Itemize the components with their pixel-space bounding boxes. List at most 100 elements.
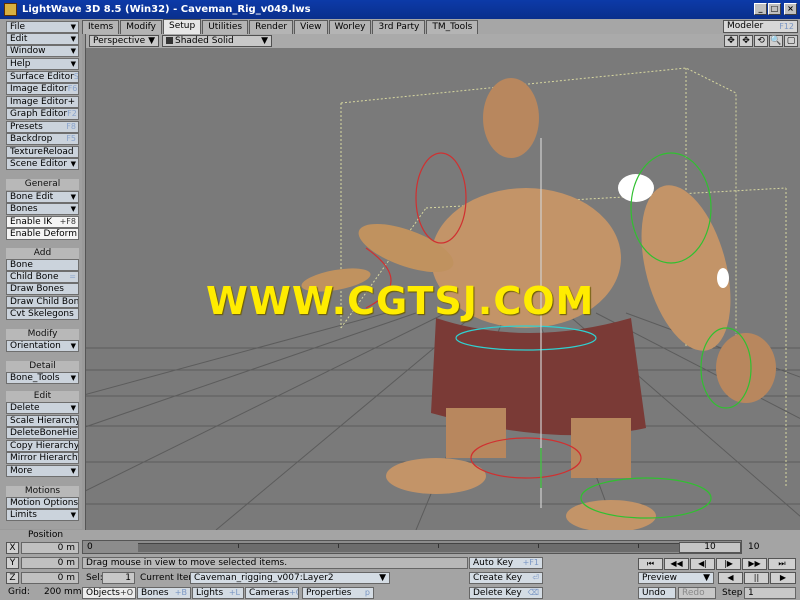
texture-reload-button[interactable]: TextureReload xyxy=(6,146,79,158)
timeline-current-frame[interactable]: 10 xyxy=(679,542,741,553)
cameras-button[interactable]: Cameras+C xyxy=(245,587,299,599)
chevron-down-icon: ▼ xyxy=(70,23,76,31)
grid-value: 200 mm xyxy=(44,587,82,597)
minimize-button[interactable]: _ xyxy=(754,3,767,15)
bone-tools-dropdown[interactable]: Bone_Tools ▼ xyxy=(6,372,79,384)
x-position-field[interactable]: 0 m xyxy=(21,542,79,554)
shortcut-label xyxy=(76,284,78,294)
enable-deform-toggle[interactable]: Enable Deform xyxy=(6,228,79,240)
orientation-dropdown[interactable]: Orientation ▼ xyxy=(6,340,79,352)
edit-menu[interactable]: Edit ▼ xyxy=(6,33,79,45)
auto-key-button[interactable]: Auto Key +F1 xyxy=(469,557,543,569)
bone-button[interactable]: Bone xyxy=(6,259,79,271)
window-menu-label: Window xyxy=(10,46,46,56)
y-position-field[interactable]: 0 m xyxy=(21,557,79,569)
prev-frame-button[interactable]: ◀| xyxy=(690,558,715,570)
undo-button[interactable]: Undo xyxy=(638,587,676,599)
window-menu[interactable]: Window ▼ xyxy=(6,45,79,57)
tab-3rd-party[interactable]: 3rd Party xyxy=(372,20,426,34)
next-frame-button[interactable]: |▶ xyxy=(716,558,741,570)
motion-options-button[interactable]: Motion Optionsm xyxy=(6,497,79,509)
go-to-end-button[interactable]: ⏭ xyxy=(768,558,796,570)
button-label: Undo xyxy=(642,588,666,598)
scale-hierarchy-button[interactable]: Scale Hierarchy xyxy=(6,415,79,427)
tab-render[interactable]: Render xyxy=(249,20,294,34)
maximize-button[interactable]: □ xyxy=(768,3,781,15)
child-bone-button[interactable]: Child Bone = xyxy=(6,271,79,283)
button-label: Delete xyxy=(10,403,40,413)
current-item-dropdown[interactable]: Caveman_rigging_v007:Layer2 ▼ xyxy=(190,572,390,584)
tab-tm-tools[interactable]: TM_Tools xyxy=(426,20,479,34)
x-axis-toggle[interactable]: X xyxy=(6,542,19,554)
fast-forward-button[interactable]: ▶▶ xyxy=(742,558,767,570)
play-forward-button[interactable]: ▶ xyxy=(770,572,796,584)
surface-editor-button[interactable]: Surface Editor S xyxy=(6,71,79,83)
rewind-button[interactable]: ◀◀ xyxy=(664,558,689,570)
properties-button[interactable]: Properties p xyxy=(302,587,374,599)
tab-setup[interactable]: Setup xyxy=(163,19,202,34)
bone-edit-dropdown[interactable]: Bone Edit ▼ xyxy=(6,191,79,203)
delete-key-button[interactable]: Delete Key ⌫ xyxy=(469,587,543,599)
button-label: Delete Key xyxy=(473,588,522,598)
step-value: 1 xyxy=(748,588,754,598)
draw-bones-button[interactable]: Draw Bones xyxy=(6,283,79,295)
button-label: Bones xyxy=(10,204,38,214)
title-bar: LightWave 3D 8.5 (Win32) - Caveman_Rig_v… xyxy=(0,0,800,19)
perspective-viewport[interactable]: Perspective ▼ Shaded Solid ▼ ✥ ✥ ⟲ 🔍 ▢ W… xyxy=(85,34,800,530)
preview-dropdown[interactable]: Preview ▼ xyxy=(638,572,714,584)
enable-ik-toggle[interactable]: Enable IK +F8 xyxy=(6,216,79,228)
backdrop-button[interactable]: Backdrop F5 xyxy=(6,133,79,145)
redo-button[interactable]: Redo xyxy=(678,587,716,599)
rotate-view-icon[interactable]: ⟲ xyxy=(754,35,768,47)
scene-editor-dropdown[interactable]: Scene Editor ▼ xyxy=(6,158,79,170)
maximize-view-icon[interactable]: ▢ xyxy=(784,35,798,47)
general-section-header: General xyxy=(6,179,79,190)
more-dropdown[interactable]: More ▼ xyxy=(6,465,79,477)
z-axis-toggle[interactable]: Z xyxy=(6,572,19,584)
go-to-start-button[interactable]: ⏮ xyxy=(638,558,663,570)
bones-button[interactable]: Bones +B xyxy=(137,587,191,599)
step-field[interactable]: 1 xyxy=(744,587,796,599)
tab-modify[interactable]: Modify xyxy=(120,20,163,34)
file-menu[interactable]: File ▼ xyxy=(6,21,79,33)
chevron-down-icon: ▼ xyxy=(70,60,76,68)
help-menu[interactable]: Help ▼ xyxy=(6,58,79,70)
lights-button[interactable]: Lights +L xyxy=(192,587,244,599)
modeler-button[interactable]: Modeler F12 xyxy=(723,20,798,33)
button-label: Scene Editor xyxy=(10,159,67,169)
modify-section-header: Modify xyxy=(6,329,79,340)
button-label: Bone_Tools xyxy=(10,373,60,383)
z-position-field[interactable]: 0 m xyxy=(21,572,79,584)
presets-button[interactable]: Presets F8 xyxy=(6,121,79,133)
pan-view-icon[interactable]: ✥ xyxy=(739,35,753,47)
view-type-dropdown[interactable]: Perspective ▼ xyxy=(89,35,159,47)
shortcut-label: F6 xyxy=(67,84,78,93)
graph-editor-button[interactable]: Graph Editor F2 xyxy=(6,108,79,120)
image-editor-plus-button[interactable]: Image Editor+ xyxy=(6,96,79,108)
draw-child-bones-button[interactable]: Draw Child Bones xyxy=(6,296,79,308)
play-reverse-button[interactable]: ◀ xyxy=(718,572,743,584)
mirror-hierarchy-button[interactable]: Mirror HierarchyW xyxy=(6,452,79,464)
create-key-button[interactable]: Create Key ⏎ xyxy=(469,572,543,584)
tab-worley[interactable]: Worley xyxy=(328,20,372,34)
limits-dropdown[interactable]: Limits ▼ xyxy=(6,509,79,521)
button-label: Enable IK xyxy=(10,217,53,227)
image-editor-button[interactable]: Image Editor F6 xyxy=(6,83,79,95)
delete-dropdown[interactable]: Delete ▼ xyxy=(6,402,79,414)
timeline-slider[interactable]: 0 10 xyxy=(82,540,742,554)
cvt-skelegons-button[interactable]: Cvt Skelegons xyxy=(6,308,79,320)
close-button[interactable]: × xyxy=(784,3,797,15)
bones-dropdown[interactable]: Bones ▼ xyxy=(6,203,79,215)
pause-button[interactable]: || xyxy=(744,572,769,584)
delete-bone-hier-button[interactable]: DeleteBoneHier xyxy=(6,427,79,439)
move-view-icon[interactable]: ✥ xyxy=(724,35,738,47)
tab-utilities[interactable]: Utilities xyxy=(202,20,249,34)
tab-view[interactable]: View xyxy=(294,20,328,34)
zoom-view-icon[interactable]: 🔍 xyxy=(769,35,783,47)
tab-items[interactable]: Items xyxy=(82,20,120,34)
copy-hierarchy-button[interactable]: Copy Hierarchy xyxy=(6,440,79,452)
objects-button[interactable]: Objects +O xyxy=(82,587,136,599)
menu-tab-bar: Items Modify Setup Utilities Render View… xyxy=(82,19,800,34)
shading-mode-dropdown[interactable]: Shaded Solid ▼ xyxy=(162,35,272,47)
y-axis-toggle[interactable]: Y xyxy=(6,557,19,569)
